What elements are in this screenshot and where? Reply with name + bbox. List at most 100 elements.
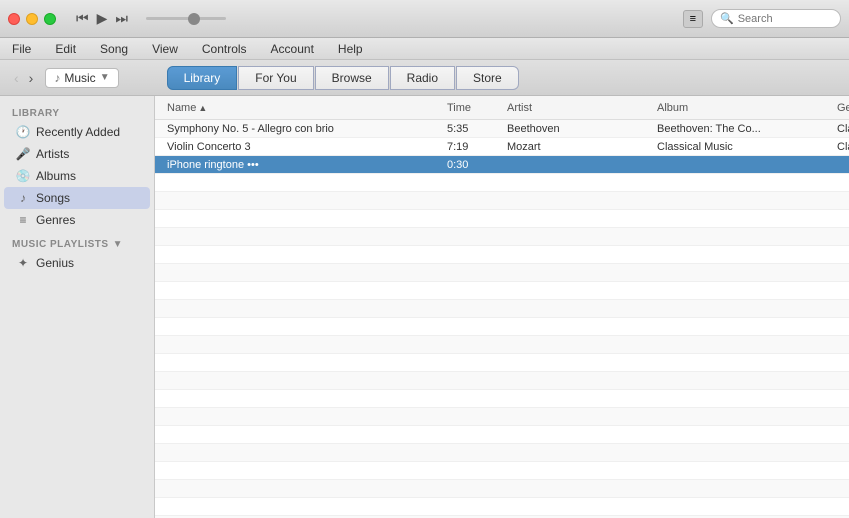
- empty-row: [155, 498, 849, 516]
- empty-row: [155, 354, 849, 372]
- empty-row: [155, 480, 849, 498]
- tab-library[interactable]: Library: [167, 66, 238, 90]
- list-view-button[interactable]: ≡: [683, 10, 703, 28]
- empty-row: [155, 444, 849, 462]
- table-row[interactable]: Symphony No. 5 - Allegro con brio 5:35 B…: [155, 120, 849, 138]
- table-body: Symphony No. 5 - Allegro con brio 5:35 B…: [155, 120, 849, 518]
- cell-album: Classical Music: [653, 139, 833, 155]
- sidebar-item-albums[interactable]: 💿 Albums: [4, 165, 150, 187]
- cell-name: iPhone ringtone •••: [163, 157, 443, 173]
- sidebar-item-recently-added[interactable]: 🕐 Recently Added: [4, 121, 150, 143]
- cell-time: 5:35: [443, 121, 503, 137]
- title-bar-right: ≡ 🔍: [683, 9, 841, 28]
- menu-edit[interactable]: Edit: [51, 42, 80, 56]
- sidebar-item-genres[interactable]: ≡ Genres: [4, 209, 150, 231]
- progress-bar[interactable]: [146, 17, 226, 20]
- cell-artist: [503, 163, 653, 167]
- menu-bar: File Edit Song View Controls Account Hel…: [0, 38, 849, 60]
- forward-button[interactable]: ›: [25, 68, 38, 88]
- sidebar-songs-label: Songs: [36, 191, 70, 205]
- tab-for-you[interactable]: For You: [238, 66, 313, 90]
- menu-account[interactable]: Account: [267, 42, 318, 56]
- play-button[interactable]: ▶: [97, 10, 108, 27]
- menu-controls[interactable]: Controls: [198, 42, 251, 56]
- table-header: Name ▲ Time Artist Album Genre Plays: [155, 96, 849, 120]
- sidebar-genres-label: Genres: [36, 213, 75, 227]
- empty-row: [155, 318, 849, 336]
- minimize-button[interactable]: [26, 13, 38, 25]
- menu-file[interactable]: File: [8, 42, 35, 56]
- back-button[interactable]: ‹: [10, 68, 23, 88]
- sidebar-albums-label: Albums: [36, 169, 76, 183]
- empty-row: [155, 390, 849, 408]
- menu-view[interactable]: View: [148, 42, 182, 56]
- cell-time: 0:30: [443, 157, 503, 173]
- col-name-label: Name: [167, 102, 196, 114]
- location-text: Music: [64, 71, 95, 85]
- col-name[interactable]: Name ▲: [163, 100, 443, 116]
- maximize-button[interactable]: [44, 13, 56, 25]
- menu-help[interactable]: Help: [334, 42, 367, 56]
- sidebar-artists-label: Artists: [36, 147, 69, 161]
- albums-icon: 💿: [16, 169, 30, 183]
- title-bar: ⏮ ▶ ⏭ ≡ 🔍: [0, 0, 849, 38]
- cell-name: Violin Concerto 3: [163, 139, 443, 155]
- cell-genre: Classical: [833, 139, 849, 155]
- empty-row: [155, 426, 849, 444]
- sidebar-item-songs[interactable]: ♪ Songs: [4, 187, 150, 209]
- next-button[interactable]: ⏭: [115, 10, 128, 27]
- empty-row: [155, 300, 849, 318]
- search-input[interactable]: [738, 13, 832, 25]
- window-controls: [8, 13, 56, 25]
- cell-time: 7:19: [443, 139, 503, 155]
- col-time[interactable]: Time: [443, 100, 503, 116]
- col-time-label: Time: [447, 102, 471, 114]
- nav-arrows: ‹ ›: [10, 68, 37, 88]
- sidebar: Library 🕐 Recently Added 🎤 Artists 💿 Alb…: [0, 96, 155, 518]
- content-area: Name ▲ Time Artist Album Genre Plays: [155, 96, 849, 518]
- cell-genre: Classical: [833, 121, 849, 137]
- menu-song[interactable]: Song: [96, 42, 132, 56]
- col-artist[interactable]: Artist: [503, 100, 653, 116]
- empty-row: [155, 192, 849, 210]
- genius-icon: ✦: [16, 256, 30, 270]
- empty-row: [155, 210, 849, 228]
- empty-row: [155, 372, 849, 390]
- empty-row: [155, 282, 849, 300]
- search-icon: 🔍: [720, 12, 734, 25]
- tab-radio[interactable]: Radio: [390, 66, 455, 90]
- sidebar-item-genius[interactable]: ✦ Genius: [4, 252, 150, 274]
- artists-icon: 🎤: [16, 147, 30, 161]
- location-dropdown-icon: ▼: [100, 72, 110, 83]
- sidebar-genius-label: Genius: [36, 256, 74, 270]
- library-section-label: Library: [0, 104, 154, 121]
- location-box[interactable]: ♪ Music ▼: [45, 68, 118, 88]
- empty-row: [155, 264, 849, 282]
- playlists-section-label[interactable]: Music Playlists ▼: [0, 231, 154, 252]
- col-genre[interactable]: Genre: [833, 100, 849, 116]
- genres-icon: ≡: [16, 213, 30, 227]
- cell-album: [653, 163, 833, 167]
- col-artist-label: Artist: [507, 102, 532, 114]
- col-album[interactable]: Album: [653, 100, 833, 116]
- empty-row: [155, 408, 849, 426]
- col-genre-label: Genre: [837, 102, 849, 114]
- transport-controls: ⏮ ▶ ⏭: [76, 10, 226, 27]
- empty-row: [155, 246, 849, 264]
- table-row[interactable]: iPhone ringtone ••• 0:30 ♡: [155, 156, 849, 174]
- tab-browse[interactable]: Browse: [315, 66, 389, 90]
- col-album-label: Album: [657, 102, 688, 114]
- table-row[interactable]: Violin Concerto 3 7:19 Mozart Classical …: [155, 138, 849, 156]
- tab-store[interactable]: Store: [456, 66, 519, 90]
- main-layout: Library 🕐 Recently Added 🎤 Artists 💿 Alb…: [0, 96, 849, 518]
- sidebar-recently-added-label: Recently Added: [36, 125, 120, 139]
- sidebar-item-artists[interactable]: 🎤 Artists: [4, 143, 150, 165]
- prev-button[interactable]: ⏮: [76, 10, 89, 27]
- close-button[interactable]: [8, 13, 20, 25]
- cell-name: Symphony No. 5 - Allegro con brio: [163, 121, 443, 137]
- nav-bar: ‹ › ♪ Music ▼ Library For You Browse Rad…: [0, 60, 849, 96]
- search-box[interactable]: 🔍: [711, 9, 841, 28]
- recently-added-icon: 🕐: [16, 125, 30, 139]
- sort-arrow-icon: ▲: [198, 103, 207, 113]
- tab-group: Library For You Browse Radio Store: [167, 66, 519, 90]
